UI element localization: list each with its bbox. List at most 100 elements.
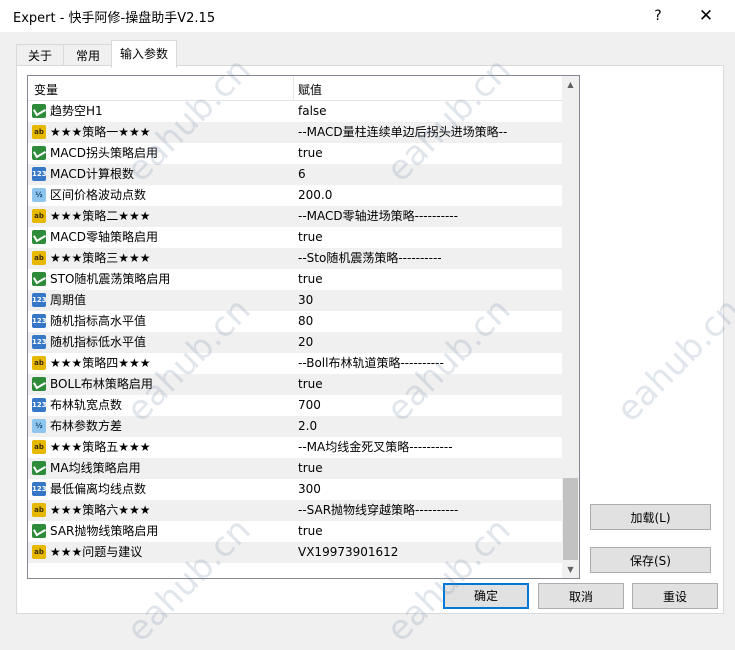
- tab-common[interactable]: 常用: [63, 44, 113, 67]
- parameter-value[interactable]: 80: [298, 311, 313, 332]
- parameter-row[interactable]: 趋势空H1 false: [28, 101, 562, 122]
- parameter-value[interactable]: true: [298, 374, 323, 395]
- parameter-value[interactable]: true: [298, 458, 323, 479]
- scroll-up-arrow-icon[interactable]: ▲: [562, 76, 579, 93]
- parameter-value[interactable]: 200.0: [298, 185, 332, 206]
- parameter-value[interactable]: false: [298, 101, 327, 122]
- bool-icon: [32, 272, 46, 286]
- parameter-value[interactable]: true: [298, 143, 323, 164]
- parameter-name: 最低偏离均线点数: [50, 482, 147, 496]
- parameter-row[interactable]: 123 MACD计算根数 6: [28, 164, 562, 185]
- string-icon: ab: [32, 251, 46, 265]
- title-bar: Expert - 快手阿修-操盘助手V2.15 ? ✕: [0, 0, 735, 32]
- parameter-row[interactable]: STO随机震荡策略启用 true: [28, 269, 562, 290]
- parameter-name: STO随机震荡策略启用: [50, 272, 171, 286]
- parameter-row[interactable]: 123 随机指标高水平值 80: [28, 311, 562, 332]
- bool-icon: [32, 377, 46, 391]
- double-icon: ½: [32, 419, 46, 433]
- parameter-value[interactable]: 6: [298, 164, 306, 185]
- string-icon: ab: [32, 440, 46, 454]
- int-icon: 123: [32, 293, 47, 307]
- string-icon: ab: [32, 125, 46, 139]
- bool-icon: [32, 230, 46, 244]
- scrollbar-thumb[interactable]: [563, 478, 578, 560]
- int-icon: 123: [32, 335, 47, 349]
- parameter-name: BOLL布林策略启用: [50, 377, 153, 391]
- parameter-row[interactable]: ½ 布林参数方差 2.0: [28, 416, 562, 437]
- parameter-row[interactable]: MACD拐头策略启用 true: [28, 143, 562, 164]
- bool-icon: [32, 146, 46, 160]
- cancel-button[interactable]: 取消: [538, 583, 624, 609]
- parameter-row[interactable]: ab ★★★策略五★★★ --MA均线金死叉策略----------: [28, 437, 562, 458]
- parameter-value[interactable]: true: [298, 269, 323, 290]
- parameter-name: 布林轨宽点数: [50, 398, 123, 412]
- parameter-value[interactable]: 700: [298, 395, 321, 416]
- parameter-value[interactable]: --Sto随机震荡策略----------: [298, 248, 442, 269]
- string-icon: ab: [32, 503, 46, 517]
- string-icon: ab: [32, 356, 46, 370]
- parameter-row[interactable]: ab ★★★策略三★★★ --Sto随机震荡策略----------: [28, 248, 562, 269]
- parameter-row[interactable]: 123 周期值 30: [28, 290, 562, 311]
- parameter-name: 周期值: [50, 293, 87, 307]
- parameter-name: SAR抛物线策略启用: [50, 524, 159, 538]
- scroll-down-arrow-icon[interactable]: ▼: [562, 561, 579, 578]
- parameter-row[interactable]: MA均线策略启用 true: [28, 458, 562, 479]
- load-button[interactable]: 加载(L): [590, 504, 711, 530]
- parameter-value[interactable]: --MACD零轴进场策略----------: [298, 206, 458, 227]
- bool-icon: [32, 524, 46, 538]
- parameter-name: 区间价格波动点数: [50, 188, 147, 202]
- parameter-row[interactable]: MACD零轴策略启用 true: [28, 227, 562, 248]
- parameter-row[interactable]: ab ★★★策略二★★★ --MACD零轴进场策略----------: [28, 206, 562, 227]
- parameter-row[interactable]: 123 最低偏离均线点数 300: [28, 479, 562, 500]
- parameter-value[interactable]: --MA均线金死叉策略----------: [298, 437, 453, 458]
- header-divider[interactable]: [293, 76, 294, 100]
- list-header: 变量 赋值: [28, 76, 562, 101]
- parameter-row[interactable]: ab ★★★问题与建议 VX19973901612: [28, 542, 562, 563]
- parameter-row[interactable]: BOLL布林策略启用 true: [28, 374, 562, 395]
- save-button[interactable]: 保存(S): [590, 547, 711, 573]
- help-button[interactable]: ?: [640, 3, 676, 29]
- window-title: Expert - 快手阿修-操盘助手V2.15: [13, 11, 216, 26]
- parameter-name: ★★★策略四★★★: [50, 356, 151, 370]
- parameter-name: 布林参数方差: [50, 419, 123, 433]
- bool-icon: [32, 104, 46, 118]
- parameter-value[interactable]: 20: [298, 332, 313, 353]
- bool-icon: [32, 461, 46, 475]
- parameter-value[interactable]: --Boll布林轨道策略----------: [298, 353, 444, 374]
- parameter-value[interactable]: true: [298, 521, 323, 542]
- close-button[interactable]: ✕: [686, 3, 726, 29]
- parameter-value[interactable]: 300: [298, 479, 321, 500]
- ok-button[interactable]: 确定: [443, 583, 529, 609]
- parameter-list: 变量 赋值 趋势空H1 false ab ★★★策略一★★★ --MACD量柱连续单边后…: [27, 75, 580, 579]
- int-icon: 123: [32, 314, 47, 328]
- parameter-row[interactable]: ab ★★★策略六★★★ --SAR抛物线穿越策略----------: [28, 500, 562, 521]
- parameter-value[interactable]: VX19973901612: [298, 542, 398, 563]
- tab-inputs[interactable]: 输入参数: [111, 40, 177, 68]
- tab-about[interactable]: 关于: [16, 44, 64, 67]
- double-icon: ½: [32, 188, 46, 202]
- parameter-name: ★★★策略六★★★: [50, 503, 151, 517]
- vertical-scrollbar[interactable]: ▲ ▼: [562, 76, 579, 578]
- parameter-value[interactable]: --MACD量柱连续单边后拐头进场策略--: [298, 122, 507, 143]
- parameter-name: ★★★策略三★★★: [50, 251, 151, 265]
- parameter-value[interactable]: 30: [298, 290, 313, 311]
- parameter-row[interactable]: 123 布林轨宽点数 700: [28, 395, 562, 416]
- parameter-row[interactable]: 123 随机指标低水平值 20: [28, 332, 562, 353]
- parameter-row[interactable]: SAR抛物线策略启用 true: [28, 521, 562, 542]
- parameter-value[interactable]: true: [298, 227, 323, 248]
- parameter-name: MACD拐头策略启用: [50, 146, 158, 160]
- header-value[interactable]: 赋值: [298, 81, 322, 98]
- parameter-value[interactable]: --SAR抛物线穿越策略----------: [298, 500, 458, 521]
- parameter-name: MACD零轴策略启用: [50, 230, 158, 244]
- string-icon: ab: [32, 209, 46, 223]
- header-variable[interactable]: 变量: [34, 81, 58, 98]
- reset-button[interactable]: 重设: [632, 583, 718, 609]
- parameter-row[interactable]: ab ★★★策略四★★★ --Boll布林轨道策略----------: [28, 353, 562, 374]
- parameter-name: ★★★策略一★★★: [50, 125, 151, 139]
- parameter-name: 趋势空H1: [50, 104, 103, 118]
- parameter-value[interactable]: 2.0: [298, 416, 317, 437]
- int-icon: 123: [32, 482, 47, 496]
- parameter-row[interactable]: ab ★★★策略一★★★ --MACD量柱连续单边后拐头进场策略--: [28, 122, 562, 143]
- parameter-name: ★★★问题与建议: [50, 545, 143, 559]
- parameter-row[interactable]: ½ 区间价格波动点数 200.0: [28, 185, 562, 206]
